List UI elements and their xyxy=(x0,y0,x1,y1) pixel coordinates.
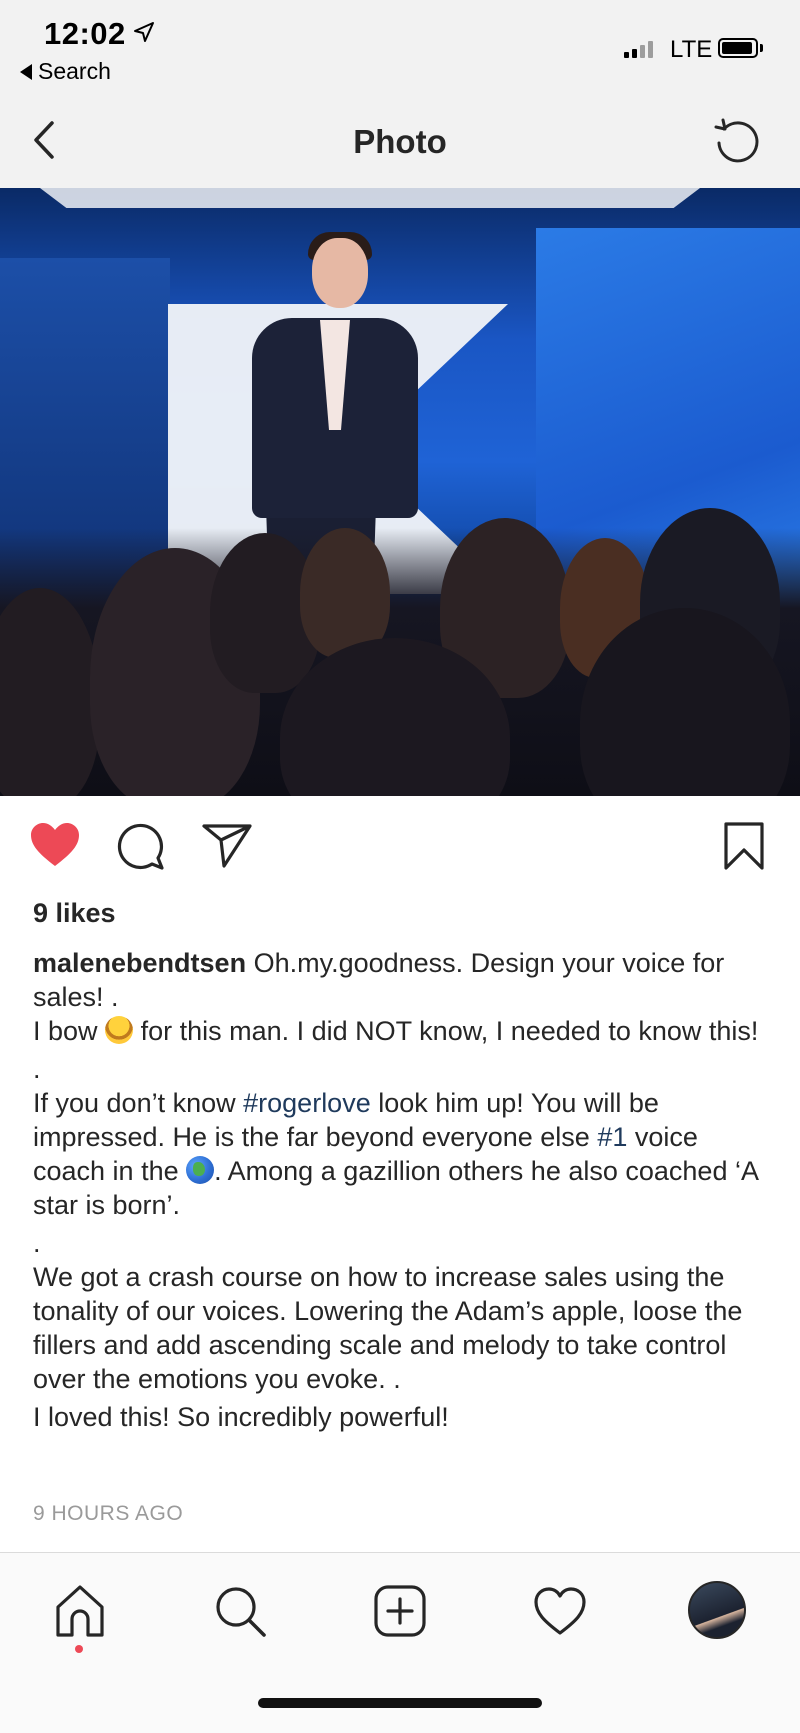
heart-filled-icon[interactable] xyxy=(28,820,82,870)
signal-strength-icon xyxy=(624,38,653,58)
battery-icon xyxy=(718,38,758,58)
page-title: Photo xyxy=(353,123,447,160)
post-actions xyxy=(0,800,800,896)
likes-count[interactable]: 9 likes xyxy=(33,898,116,929)
post-timestamp: 9 HOURS AGO xyxy=(33,1502,184,1525)
activity-heart-icon[interactable] xyxy=(530,1581,590,1641)
bowing-emoji-icon xyxy=(105,1016,134,1044)
home-active-dot xyxy=(75,1645,83,1653)
refresh-icon[interactable] xyxy=(710,113,764,167)
home-icon[interactable] xyxy=(50,1581,110,1641)
caption-line-2a: I bow xyxy=(33,1016,98,1046)
comment-icon[interactable] xyxy=(114,820,168,872)
post-username[interactable]: malenebendtsen xyxy=(33,948,246,978)
share-send-icon[interactable] xyxy=(200,820,254,870)
caption-separator: . xyxy=(33,1228,41,1258)
caption-line-5: I loved this! So incredibly powerful! xyxy=(33,1402,449,1432)
search-icon[interactable] xyxy=(210,1581,270,1641)
bookmark-icon[interactable] xyxy=(720,820,768,872)
post-caption: malenebendtsen Oh.my.goodness. Design yo… xyxy=(33,946,773,1434)
back-to-app-link[interactable]: Search xyxy=(20,58,111,85)
caption-line-2b: for this man. I did NOT know, I needed t… xyxy=(140,1016,759,1046)
caption-line-3a: If you don’t know xyxy=(33,1088,236,1118)
caption-separator: . xyxy=(33,1054,41,1084)
profile-avatar[interactable] xyxy=(688,1581,746,1639)
caption-line-4: We got a crash course on how to increase… xyxy=(33,1262,743,1394)
back-app-label: Search xyxy=(38,58,111,84)
add-post-icon[interactable] xyxy=(370,1581,430,1641)
nav-bar: Photo xyxy=(0,95,800,189)
status-bar: 12:02 Search LTE xyxy=(0,0,800,95)
hashtag-rogerlove[interactable]: #rogerlove xyxy=(243,1088,371,1118)
back-triangle-icon xyxy=(20,63,32,80)
hashtag-1[interactable]: #1 xyxy=(597,1122,627,1152)
network-type: LTE xyxy=(670,36,713,63)
home-indicator[interactable] xyxy=(258,1698,542,1708)
post-photo[interactable] xyxy=(0,188,800,796)
globe-emoji-icon xyxy=(186,1156,215,1184)
status-time: 12:02 xyxy=(44,16,126,51)
location-arrow-icon xyxy=(134,22,154,42)
